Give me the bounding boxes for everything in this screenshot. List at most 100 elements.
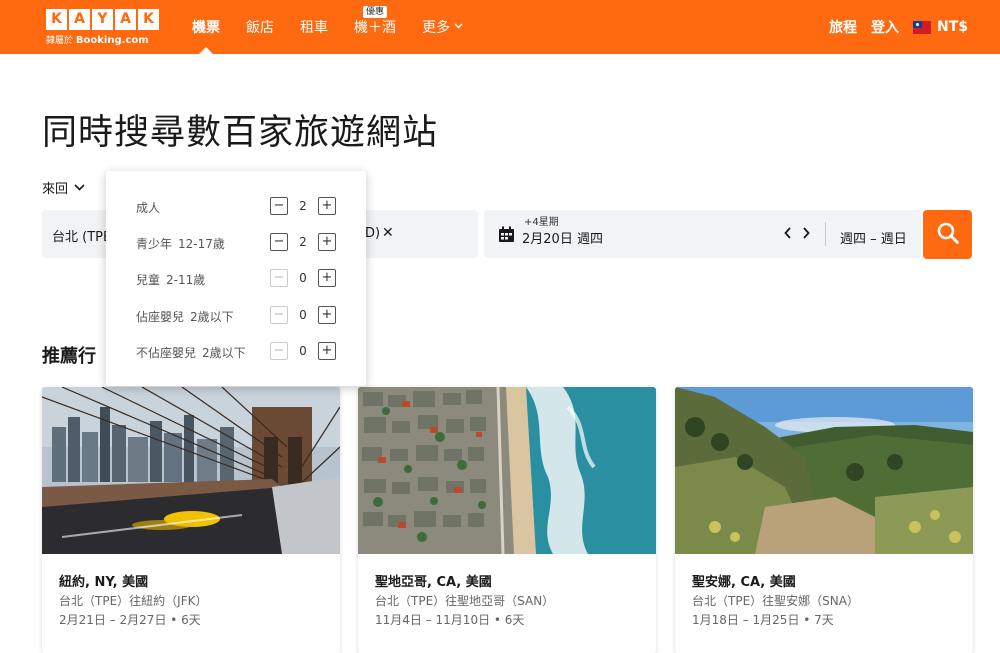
page-title: 同時搜尋數百家旅遊網站: [42, 113, 439, 153]
nav-packages[interactable]: 優惠 機＋酒: [354, 0, 396, 54]
traveler-type: 成人: [136, 201, 161, 215]
logo-letter: A: [115, 9, 136, 30]
login-link[interactable]: 登入: [871, 17, 899, 37]
recommended-heading: 推薦行: [42, 346, 96, 367]
traveler-count: 0: [299, 344, 307, 358]
clear-destination-icon[interactable]: ✕: [382, 225, 394, 241]
traveler-count: 2: [299, 235, 307, 249]
card-destination-name: 紐約, NY, 美國: [59, 575, 149, 590]
traveler-row-infant-lap: 不佔座嬰兒 2歲以下 − 0 +: [136, 342, 336, 362]
traveler-type: 青少年: [136, 237, 173, 251]
destination-card[interactable]: 聖地亞哥, CA, 美國 台北（TPE）往聖地亞哥（SAN） 11月4日 – 1…: [358, 387, 656, 653]
traveler-label: 佔座嬰兒 2歲以下: [136, 308, 234, 325]
logo-letter: A: [69, 9, 90, 30]
nav-hotels[interactable]: 飯店: [246, 0, 274, 54]
plus-button[interactable]: +: [318, 197, 336, 215]
date-flex-hint: +4星期: [524, 217, 559, 228]
card-route: 台北（TPE）往聖安娜（SNA）: [692, 594, 859, 608]
nav-label: 租車: [300, 20, 328, 36]
chevron-left-icon[interactable]: [784, 224, 792, 243]
nav-more[interactable]: 更多: [422, 0, 463, 54]
traveler-age: 2歲以下: [202, 346, 246, 360]
logo-letter: K: [138, 9, 159, 30]
adults-stepper: − 2 +: [270, 197, 336, 217]
destination-card[interactable]: 紐約, NY, 美國 台北（TPE）往紐約（JFK） 2月21日 – 2月27日…: [42, 387, 340, 653]
divider: [825, 222, 826, 246]
currency-selector[interactable]: NT$: [912, 19, 968, 35]
nav-cars[interactable]: 租車: [300, 0, 328, 54]
card-destination-name: 聖地亞哥, CA, 美國: [375, 575, 492, 590]
chevron-down-icon: [454, 22, 463, 32]
santa-ana-hills-image: [675, 387, 973, 554]
date-field[interactable]: +4星期 2月20日 週四 週四 – 週日: [484, 210, 921, 258]
traveler-age: 2歲以下: [190, 310, 234, 324]
traveler-label: 青少年 12-17歲: [136, 235, 225, 252]
nav-label: 飯店: [246, 20, 274, 36]
calendar-icon: [498, 226, 515, 243]
chevron-down-icon: [74, 180, 85, 195]
plus-button[interactable]: +: [318, 233, 336, 251]
card-route: 台北（TPE）往聖地亞哥（SAN）: [375, 594, 555, 608]
traveler-count: 0: [299, 271, 307, 285]
top-header: K A Y A K 隸屬於 Booking.com 機票 飯店 租車 優惠 機＋…: [0, 0, 1000, 54]
logo-sub-brand: Booking.com: [75, 35, 149, 46]
minus-button[interactable]: −: [270, 306, 288, 324]
deal-badge: 優惠: [362, 6, 388, 18]
logo-letter: Y: [92, 9, 113, 30]
traveler-row-youth: 青少年 12-17歲 − 2 +: [136, 233, 336, 253]
depart-date[interactable]: 2月20日 週四: [522, 228, 603, 247]
traveler-age: 2-11歲: [166, 273, 206, 287]
nav-label: 機＋酒: [354, 20, 396, 36]
taiwan-flag-icon: [912, 20, 931, 34]
card-route: 台北（TPE）往紐約（JFK）: [59, 594, 208, 608]
logo-sub-text: 隸屬於: [46, 36, 74, 46]
nav-label: 更多: [422, 20, 450, 36]
card-dates: 2月21日 – 2月27日 • 6天: [59, 613, 201, 627]
plus-button[interactable]: +: [318, 269, 336, 287]
new-york-bridge-image: [42, 387, 340, 554]
travelers-dropdown: 成人 − 2 + 青少年 12-17歲 − 2 + 兒童 2-11歲 − 0 + 佔…: [106, 171, 366, 386]
destination-input[interactable]: D): [365, 226, 380, 241]
card-destination-name: 聖安娜, CA, 美國: [692, 575, 796, 590]
minus-button[interactable]: −: [270, 342, 288, 360]
date-stepper: [784, 224, 810, 243]
san-diego-coast-image: [358, 387, 656, 554]
minus-button[interactable]: −: [270, 233, 288, 251]
currency-label: NT$: [936, 19, 968, 35]
traveler-row-adults: 成人 − 2 +: [136, 197, 336, 217]
nav-flights[interactable]: 機票: [192, 0, 220, 54]
traveler-count: 0: [299, 308, 307, 322]
plus-button[interactable]: +: [318, 342, 336, 360]
trip-type-dropdown[interactable]: 來回: [42, 178, 85, 197]
card-dates: 11月4日 – 11月10日 • 6天: [375, 613, 525, 627]
traveler-label: 成人: [136, 199, 160, 216]
search-button[interactable]: [923, 210, 972, 259]
traveler-row-children: 兒童 2-11歲 − 0 +: [136, 269, 336, 289]
minus-button[interactable]: −: [270, 269, 288, 287]
logo-letter: K: [46, 9, 67, 30]
minus-button[interactable]: −: [270, 197, 288, 215]
traveler-label: 兒童 2-11歲: [136, 271, 205, 288]
infant-lap-stepper: − 0 +: [270, 342, 336, 362]
trips-link[interactable]: 旅程: [829, 17, 857, 37]
destination-card[interactable]: 聖安娜, CA, 美國 台北（TPE）往聖安娜（SNA） 1月18日 – 1月2…: [675, 387, 973, 653]
traveler-label: 不佔座嬰兒 2歲以下: [136, 344, 246, 361]
traveler-count: 2: [299, 199, 307, 213]
traveler-row-infant-seat: 佔座嬰兒 2歲以下 − 0 +: [136, 306, 336, 326]
trip-type-label: 來回: [42, 182, 69, 197]
children-stepper: − 0 +: [270, 269, 336, 289]
chevron-right-icon[interactable]: [802, 224, 810, 243]
origin-input[interactable]: 台北 (TPE: [52, 226, 111, 245]
logo-subtitle: 隸屬於 Booking.com: [46, 33, 159, 46]
traveler-type: 不佔座嬰兒: [136, 346, 197, 360]
plus-button[interactable]: +: [318, 306, 336, 324]
traveler-type: 佔座嬰兒: [136, 310, 185, 324]
logo-letters: K A Y A K: [46, 9, 159, 30]
nav-label: 機票: [192, 20, 220, 36]
youth-stepper: − 2 +: [270, 233, 336, 253]
traveler-type: 兒童: [136, 273, 161, 287]
card-dates: 1月18日 – 1月25日 • 7天: [692, 613, 834, 627]
traveler-age: 12-17歲: [178, 237, 225, 251]
kayak-logo[interactable]: K A Y A K 隸屬於 Booking.com: [46, 9, 159, 46]
return-date[interactable]: 週四 – 週日: [840, 228, 907, 247]
